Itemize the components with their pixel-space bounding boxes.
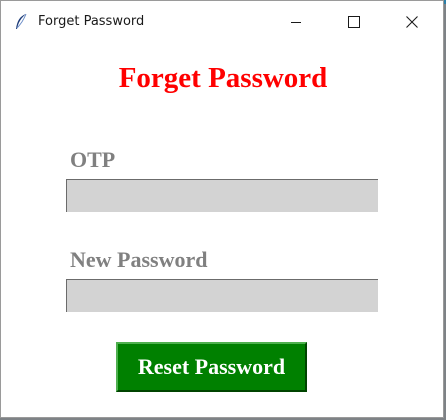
minimize-button[interactable] (267, 1, 325, 42)
page-title: Forget Password (118, 62, 328, 94)
feather-icon (16, 13, 27, 29)
window-title: Forget Password (38, 14, 145, 29)
maximize-icon (348, 15, 360, 28)
new-password-label: New Password (70, 247, 208, 272)
otp-label: OTP (70, 147, 116, 172)
minimize-icon (291, 21, 301, 23)
forget-password-window: Forget Password Forget Password OTP New … (0, 0, 444, 418)
new-password-input[interactable] (66, 279, 378, 312)
maximize-button[interactable] (325, 1, 383, 42)
title-bar[interactable]: Forget Password (1, 1, 443, 42)
otp-input[interactable] (66, 179, 378, 212)
reset-password-button[interactable]: Reset Password (116, 342, 307, 392)
close-button[interactable] (383, 1, 441, 42)
close-icon (406, 15, 418, 28)
